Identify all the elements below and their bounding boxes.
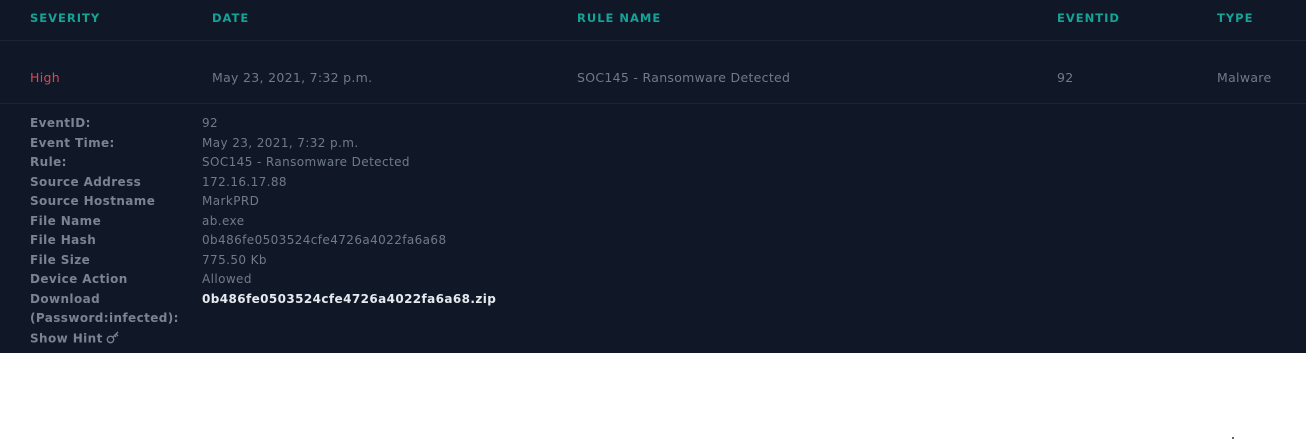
eventid-cell: 92 xyxy=(1057,70,1074,85)
detail-label: File Hash xyxy=(30,233,97,247)
header-date[interactable]: DATE xyxy=(212,11,249,25)
table-row[interactable]: High May 23, 2021, 7:32 p.m. SOC145 - Ra… xyxy=(0,41,1306,104)
detail-label: Event Time: xyxy=(30,135,115,150)
rule-name-cell: SOC145 - Ransomware Detected xyxy=(577,70,791,85)
detail-label: File Name xyxy=(30,213,102,228)
header-type[interactable]: TYPE xyxy=(1217,11,1253,25)
show-hint-button[interactable]: Show Hint xyxy=(30,331,200,347)
detail-value: 0b486fe0503524cfe4726a4022fa6a68 xyxy=(202,233,447,247)
detail-label: Device Action xyxy=(30,272,128,286)
stray-dot xyxy=(1232,437,1234,439)
severity-cell: High xyxy=(30,70,60,85)
detail-value: 172.16.17.88 xyxy=(202,174,287,189)
detail-label: Rule: xyxy=(30,155,67,169)
detail-value: May 23, 2021, 7:32 p.m. xyxy=(202,135,359,150)
detail-value: MarkPRD xyxy=(202,194,260,208)
header-severity[interactable]: SEVERITY xyxy=(30,11,100,25)
date-cell: May 23, 2021, 7:32 p.m. xyxy=(212,70,373,85)
detail-label: File Size xyxy=(30,252,91,267)
detail-label: EventID: xyxy=(30,116,91,130)
header-eventid[interactable]: EVENTID xyxy=(1057,11,1120,25)
detail-label: Source Hostname xyxy=(30,194,156,208)
detail-value: SOC145 - Ransomware Detected xyxy=(202,155,410,169)
detail-label: Source Address xyxy=(30,174,142,189)
key-icon xyxy=(106,331,120,347)
alert-panel: SEVERITY DATE RULE NAME EVENTID TYPE Hig… xyxy=(0,0,1306,353)
header-rule-name[interactable]: RULE NAME xyxy=(577,11,661,25)
detail-value: ab.exe xyxy=(202,213,245,228)
type-cell: Malware xyxy=(1217,70,1272,85)
detail-value: 92 xyxy=(202,116,219,130)
show-hint-label: Show Hint xyxy=(30,331,103,345)
detail-label: (Password:infected): xyxy=(30,311,179,325)
detail-value: 775.50 Kb xyxy=(202,252,267,267)
detail-value: Allowed xyxy=(202,272,252,286)
table-header: SEVERITY DATE RULE NAME EVENTID TYPE xyxy=(0,0,1306,41)
download-link[interactable]: 0b486fe0503524cfe4726a4022fa6a68.zip xyxy=(202,292,496,306)
detail-label: Download xyxy=(30,291,101,306)
